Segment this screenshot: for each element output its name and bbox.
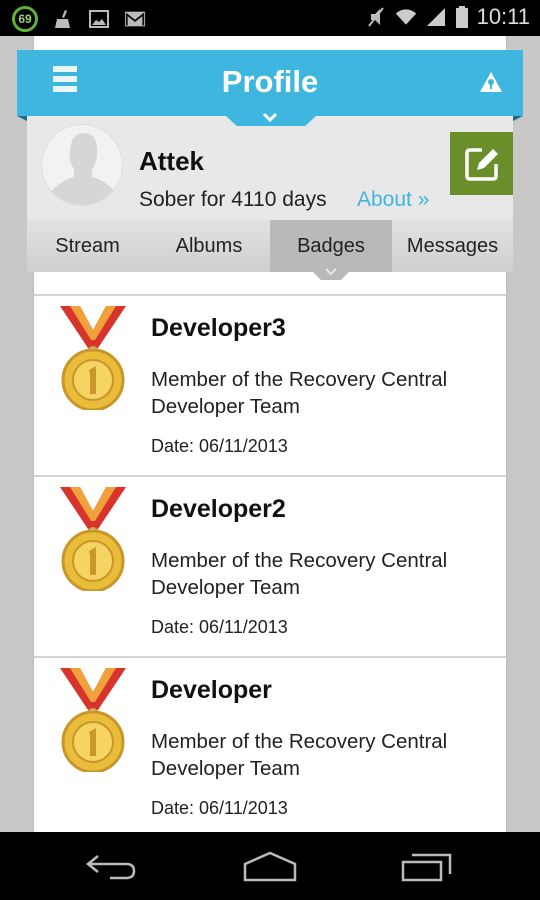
- gold-medal-icon: [60, 306, 126, 410]
- badge-date: Date: 06/11/2013: [151, 798, 288, 818]
- badge-description: Member of the Recovery Central Developer…: [151, 730, 448, 780]
- profile-name: Attek: [139, 146, 205, 176]
- profile-tabs: Stream Albums Badges Messages: [27, 220, 513, 280]
- alert-triangle-icon[interactable]: [479, 70, 503, 94]
- about-link[interactable]: About »: [357, 188, 429, 212]
- badge-description: Member of the Recovery Central Developer…: [151, 368, 448, 418]
- battery-saver-badge: 69: [12, 6, 38, 32]
- mute-icon: [365, 7, 387, 27]
- badge-description: Member of the Recovery Central Developer…: [151, 549, 448, 599]
- gold-medal-icon: [60, 668, 126, 772]
- tab-label: Stream: [55, 234, 120, 257]
- page-title: Profile: [221, 64, 319, 99]
- signal-icon: [425, 7, 447, 27]
- badge-item[interactable]: Developer3 Member of the Recovery Centra…: [34, 294, 506, 475]
- tab-stream[interactable]: Stream: [27, 220, 148, 272]
- home-button[interactable]: [240, 850, 300, 884]
- wifi-icon: [395, 7, 417, 27]
- chevron-down-icon[interactable]: [262, 112, 278, 122]
- cleaner-icon: [52, 9, 74, 29]
- gold-medal-icon: [60, 487, 126, 591]
- badge-list: Developer3 Member of the Recovery Centra…: [34, 294, 506, 832]
- badge-date: Date: 06/11/2013: [151, 436, 288, 456]
- edit-profile-button[interactable]: [450, 132, 513, 195]
- navigation-bar: [0, 832, 540, 900]
- badge-title: Developer: [151, 676, 272, 704]
- avatar[interactable]: [41, 124, 123, 206]
- ribbon-fold-left: [17, 116, 27, 121]
- battery-icon: [455, 6, 469, 28]
- profile-header: Attek Sober for 4110 days About »: [27, 116, 513, 220]
- tab-label: Badges: [297, 234, 365, 257]
- back-button[interactable]: [82, 850, 142, 884]
- badge-item[interactable]: Developer Member of the Recovery Central…: [34, 656, 506, 832]
- tab-albums[interactable]: Albums: [148, 220, 270, 272]
- status-bar: 69 10:11: [0, 0, 540, 36]
- chevron-down-icon: [325, 268, 337, 276]
- gmail-icon: [124, 9, 146, 29]
- tab-label: Albums: [175, 234, 243, 257]
- tab-label: Messages: [406, 234, 499, 257]
- action-bar: Profile: [17, 50, 523, 116]
- recents-button[interactable]: [398, 850, 458, 884]
- badge-item[interactable]: Developer2 Member of the Recovery Centra…: [34, 475, 506, 656]
- edit-icon: [464, 147, 498, 181]
- badge-date: Date: 06/11/2013: [151, 617, 288, 637]
- ribbon-fold-right: [513, 116, 523, 121]
- app-screen: Profile Attek Sober for 4110 days About …: [0, 36, 540, 832]
- gallery-icon: [88, 9, 110, 29]
- clock: 10:11: [476, 4, 530, 29]
- tab-badges[interactable]: Badges: [270, 220, 392, 280]
- default-avatar-icon: [52, 133, 114, 205]
- badge-title: Developer3: [151, 314, 286, 342]
- sober-days: Sober for 4110 days: [139, 188, 327, 211]
- badge-title: Developer2: [151, 495, 286, 523]
- tab-messages[interactable]: Messages: [392, 220, 513, 272]
